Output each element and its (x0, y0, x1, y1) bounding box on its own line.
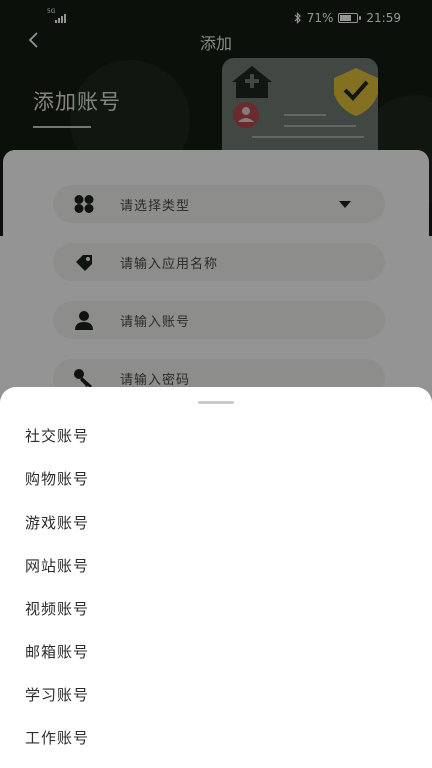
option-label: 邮箱账号 (25, 643, 90, 661)
option-study[interactable]: 学习账号 (0, 673, 432, 716)
option-label: 游戏账号 (25, 514, 90, 532)
option-label: 视频账号 (25, 600, 90, 618)
option-email[interactable]: 邮箱账号 (0, 630, 432, 673)
option-label: 网站账号 (25, 557, 90, 575)
option-shopping[interactable]: 购物账号 (0, 457, 432, 500)
option-label: 社交账号 (25, 427, 90, 445)
option-game[interactable]: 游戏账号 (0, 501, 432, 544)
option-work[interactable]: 工作账号 (0, 716, 432, 759)
screen: 5G 71% 21:59 添加 添加账号 请选择类型 请输入应用名称 请输入账号… (0, 0, 432, 768)
option-video[interactable]: 视频账号 (0, 587, 432, 630)
option-label: 购物账号 (25, 470, 90, 488)
option-social[interactable]: 社交账号 (0, 414, 432, 457)
option-label: 学习账号 (25, 686, 90, 704)
option-label: 工作账号 (25, 729, 90, 747)
option-website[interactable]: 网站账号 (0, 544, 432, 587)
type-bottom-sheet: 社交账号 购物账号 游戏账号 网站账号 视频账号 邮箱账号 学习账号 工作账号 (0, 387, 432, 768)
drag-handle[interactable] (198, 401, 234, 404)
